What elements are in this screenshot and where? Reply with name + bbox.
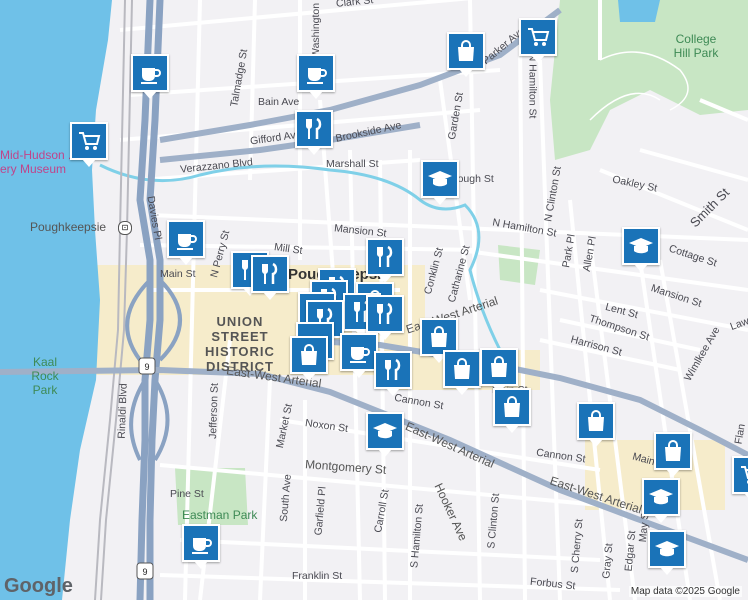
shopping-cart-icon[interactable]: [732, 456, 748, 501]
park-label[interactable]: College Hill Park: [666, 32, 726, 60]
street-label: Marshall St: [326, 158, 379, 170]
hudson-river: [0, 0, 112, 600]
restaurant-icon[interactable]: [295, 110, 333, 155]
map-attribution[interactable]: Map data ©2025 Google: [628, 586, 742, 597]
shopping-cart-icon[interactable]: [70, 122, 108, 167]
coffee-cup-icon[interactable]: [167, 220, 205, 265]
shopping-cart-icon[interactable]: [519, 18, 557, 63]
district-label: UNION STREET HISTORIC DISTRICT: [205, 314, 275, 374]
station-label: Poughkeepsie: [30, 220, 107, 234]
coffee-cup-icon[interactable]: [297, 54, 335, 99]
park-label[interactable]: Kaal Rock Park: [20, 355, 70, 397]
street-label: Jefferson St: [206, 382, 221, 440]
graduation-cap-icon[interactable]: [648, 530, 686, 575]
graduation-cap-icon[interactable]: [366, 412, 404, 457]
street-label: Washington St: [309, 0, 322, 58]
restaurant-icon[interactable]: [251, 255, 289, 300]
street-label: N Hamilton St: [526, 53, 539, 119]
graduation-cap-icon[interactable]: [642, 478, 680, 523]
park-label[interactable]: Eastman Park: [182, 508, 257, 522]
shopping-bag-icon[interactable]: [577, 402, 615, 447]
street-label: Rinaldi Blvd: [115, 383, 130, 439]
restaurant-icon[interactable]: [374, 351, 412, 396]
svg-text:9: 9: [144, 362, 149, 372]
graduation-cap-icon[interactable]: [421, 160, 459, 205]
shopping-bag-icon[interactable]: [290, 336, 328, 381]
shopping-bag-icon[interactable]: [480, 348, 518, 393]
shopping-bag-icon[interactable]: [654, 432, 692, 477]
street-label: Pine St: [170, 488, 204, 500]
coffee-cup-icon[interactable]: [131, 54, 169, 99]
street-label: Main St: [160, 268, 196, 280]
google-logo: Google: [4, 575, 73, 597]
restaurant-icon[interactable]: [366, 238, 404, 283]
restaurant-icon[interactable]: [366, 295, 404, 340]
train-station-icon[interactable]: ⊡: [118, 221, 132, 235]
shopping-bag-icon[interactable]: [447, 32, 485, 77]
coffee-cup-icon[interactable]: [340, 333, 378, 378]
svg-text:9: 9: [142, 567, 147, 577]
graduation-cap-icon[interactable]: [622, 227, 660, 272]
shopping-bag-icon[interactable]: [443, 350, 481, 395]
street-label: Bain Ave: [258, 96, 300, 108]
coffee-cup-icon[interactable]: [182, 524, 220, 569]
street-label: Franklin St: [292, 570, 343, 582]
shopping-bag-icon[interactable]: [493, 388, 531, 433]
